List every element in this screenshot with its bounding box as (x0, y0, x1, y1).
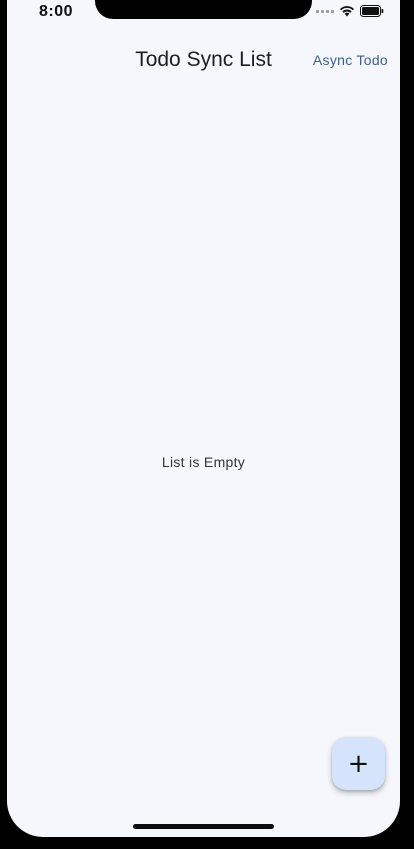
wifi-icon (339, 5, 355, 17)
camera-notch (95, 0, 312, 19)
device-bezel-right (400, 0, 414, 849)
empty-list-message: List is Empty (161, 454, 246, 470)
status-bar: 8:00 (7, 0, 400, 26)
app-screen: 8:00 Todo Sync List Async Todo List is E… (7, 0, 400, 837)
device-bezel-bottom (0, 837, 414, 849)
plus-icon: + (347, 748, 370, 779)
device-frame: 8:00 Todo Sync List Async Todo List is E… (0, 0, 414, 849)
status-time: 8:00 (39, 3, 74, 20)
home-indicator[interactable] (133, 824, 274, 829)
status-icons (316, 5, 384, 17)
async-todo-button[interactable]: Async Todo (313, 52, 388, 68)
add-todo-button[interactable]: + (332, 737, 385, 790)
battery-icon (360, 5, 384, 17)
cellular-signal-icon (316, 9, 334, 13)
app-bar: Todo Sync List Async Todo (7, 40, 400, 84)
